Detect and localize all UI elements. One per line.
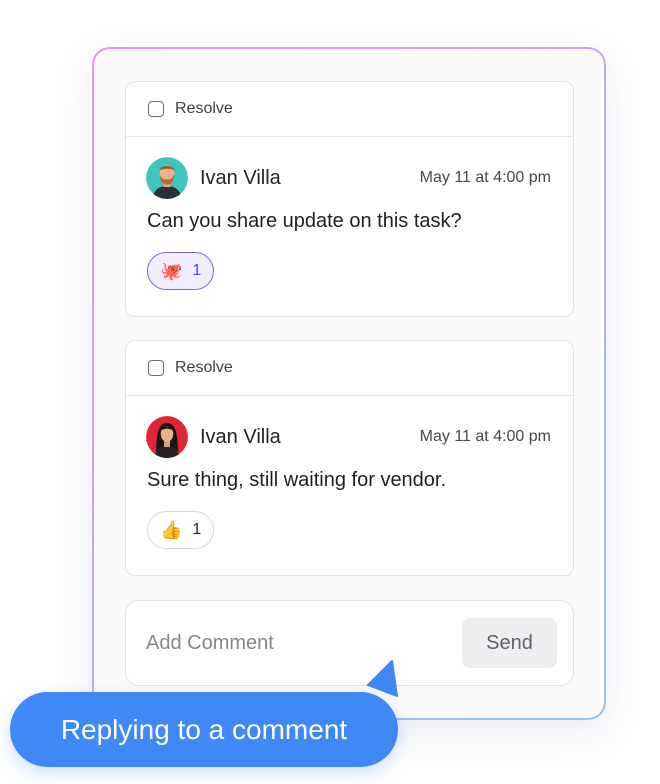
avatar[interactable]: [146, 416, 188, 458]
resolve-row: Resolve: [126, 341, 573, 396]
timestamp: May 11 at 4:00 pm: [419, 428, 551, 445]
caption-text: Replying to a comment: [60, 713, 348, 745]
author-name: Ivan Villa: [200, 166, 281, 189]
comment-text: Can you share update on this task?: [147, 210, 462, 232]
thumbs-up-emoji-icon: 👍: [160, 520, 183, 540]
cursor-pointer-icon: [367, 660, 398, 697]
comment-composer: Send: [125, 600, 574, 686]
send-button[interactable]: Send: [462, 618, 557, 668]
author-name: Ivan Villa: [200, 425, 281, 448]
caption-pill: Replying to a comment: [10, 692, 398, 767]
reaction-count: 1: [192, 521, 202, 538]
comment-card: Resolve Ivan Villa May 11 at 4:00 pm Can…: [125, 81, 574, 317]
resolve-checkbox[interactable]: [148, 360, 164, 376]
female-avatar-icon: [146, 416, 188, 458]
comment-header: Ivan Villa May 11 at 4:00 pm: [146, 416, 551, 458]
timestamp: May 11 at 4:00 pm: [419, 169, 551, 186]
reaction-count: 1: [192, 262, 202, 279]
male-avatar-icon: [146, 157, 188, 199]
resolve-label: Resolve: [175, 359, 233, 376]
octopus-emoji-icon: 🐙: [160, 261, 183, 281]
avatar[interactable]: [146, 157, 188, 199]
resolve-row: Resolve: [126, 82, 573, 137]
comment-panel: Resolve Ivan Villa May 11 at 4:00 pm Can…: [94, 49, 604, 718]
reaction-button[interactable]: 👍 1: [147, 511, 215, 549]
comment-panel-frame: Resolve Ivan Villa May 11 at 4:00 pm Can…: [92, 47, 606, 720]
resolve-label: Resolve: [175, 100, 233, 117]
comment-header: Ivan Villa May 11 at 4:00 pm: [146, 157, 551, 199]
comment-input[interactable]: [146, 623, 446, 663]
resolve-checkbox[interactable]: [148, 101, 164, 117]
comment-text: Sure thing, still waiting for vendor.: [147, 469, 447, 491]
reaction-button[interactable]: 🐙 1: [147, 252, 215, 290]
comment-card: Resolve Ivan Villa May 11 at 4:00 pm Sur…: [125, 340, 574, 576]
